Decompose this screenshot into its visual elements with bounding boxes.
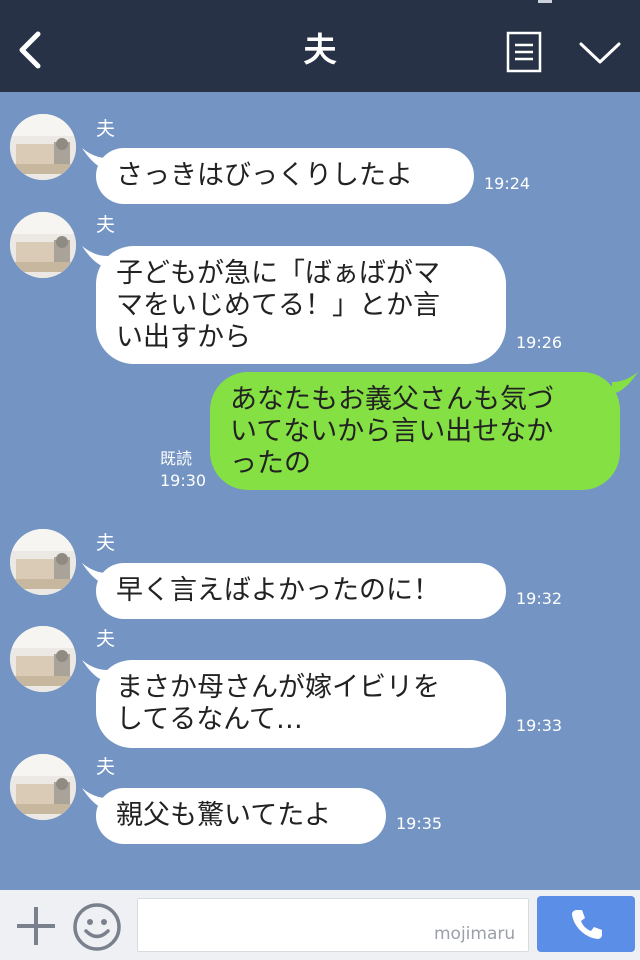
read-receipt: 既読 19:30 (160, 448, 206, 492)
avatar[interactable] (10, 529, 76, 595)
input-bar: mojimaru (0, 890, 640, 960)
chevron-down-icon[interactable] (578, 38, 622, 68)
message-line: まさか母さんが嫁イビリを (116, 672, 440, 703)
status-indicator (538, 0, 552, 3)
message-time: 19:26 (516, 333, 563, 352)
message-bubble[interactable]: あなたもお義父さんも気づ いてないから言い出せなか ったの (210, 372, 620, 490)
sender-name: 夫 (96, 214, 116, 236)
chat-title: 夫 (303, 30, 337, 69)
message-time: 19:35 (396, 814, 443, 833)
sender-name: 夫 (96, 628, 116, 650)
watermark-text: mojimaru (434, 924, 516, 944)
read-label: 既読 (160, 449, 193, 468)
message-bubble[interactable]: まさか母さんが嫁イビリを してるなんて… (96, 660, 506, 748)
message-time: 19:24 (484, 174, 531, 193)
message-line: してるなんて… (116, 704, 303, 735)
avatar[interactable] (10, 626, 76, 692)
message-bubble[interactable]: 早く言えばよかったのに！ (96, 563, 506, 619)
avatar[interactable] (10, 754, 76, 820)
message-bubble[interactable]: 親父も驚いてたよ (96, 788, 386, 844)
chevron-left-icon[interactable] (14, 28, 50, 72)
message-time: 19:32 (516, 589, 563, 608)
sender-name: 夫 (96, 118, 116, 140)
message-text: 親父も驚いてたよ (116, 800, 332, 831)
message-list[interactable]: 夫 さっきはびっくりしたよ 19:24 夫 子どもが急に「ばぁばがマ マをいじめ… (0, 92, 640, 890)
message-line: い出すから (116, 322, 251, 353)
plus-icon[interactable] (14, 904, 58, 948)
sender-name: 夫 (96, 756, 116, 778)
sender-name: 夫 (96, 532, 116, 554)
message-text: さっきはびっくりしたよ (116, 160, 413, 191)
message-line: ったの (230, 448, 311, 479)
message-line: あなたもお義父さんも気づ (230, 384, 554, 415)
message-line: いてないから言い出せなか (230, 416, 554, 447)
message-bubble[interactable]: さっきはびっくりしたよ (96, 148, 474, 204)
emoji-icon[interactable] (72, 902, 122, 952)
message-bubble[interactable]: 子どもが急に「ばぁばがマ マをいじめてる！」とか言 い出すから (96, 246, 506, 364)
message-time: 19:33 (516, 716, 563, 735)
message-line: マをいじめてる！」とか言 (116, 290, 440, 321)
message-line: 子どもが急に「ばぁばがマ (116, 258, 440, 289)
call-button[interactable] (537, 896, 635, 952)
avatar[interactable] (10, 114, 76, 180)
phone-icon (572, 910, 602, 939)
message-text: 早く言えばよかったのに！ (116, 575, 440, 606)
chat-header: 夫 (0, 0, 640, 92)
list-icon[interactable] (506, 31, 542, 73)
avatar[interactable] (10, 212, 76, 278)
message-time: 19:30 (160, 471, 207, 490)
bubble-tail (612, 372, 638, 394)
